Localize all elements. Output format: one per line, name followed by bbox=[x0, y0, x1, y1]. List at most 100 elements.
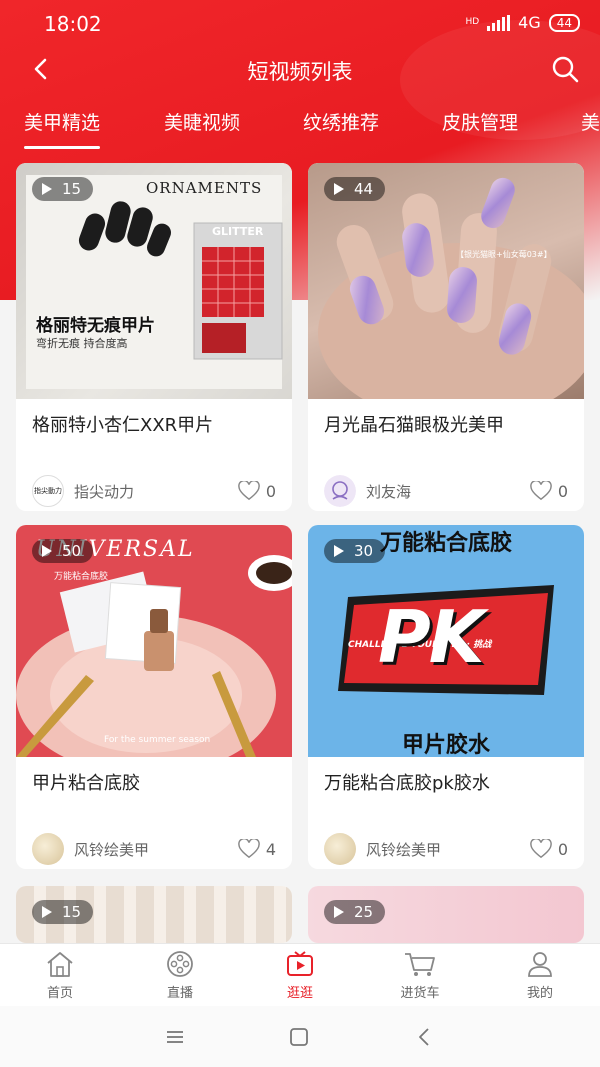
author-info[interactable]: 风铃绘美甲 bbox=[32, 833, 149, 865]
like-control[interactable]: 0 bbox=[529, 839, 568, 859]
hd-label: HD bbox=[465, 17, 480, 27]
view-count: 15 bbox=[62, 903, 82, 921]
video-card[interactable]: UNIVERSAL 万能粘合底胶 For the summer season 5… bbox=[16, 525, 292, 869]
home-icon bbox=[47, 952, 73, 977]
user-icon bbox=[528, 952, 552, 977]
video-title[interactable]: 格丽特小杏仁XXR甲片 bbox=[16, 399, 292, 471]
like-control[interactable]: 0 bbox=[237, 481, 276, 501]
tab-nail-selection[interactable]: 美甲精选 bbox=[24, 108, 101, 149]
nav-live[interactable]: 直播 bbox=[140, 950, 220, 1001]
like-count: 0 bbox=[265, 481, 276, 501]
network-label: 4G bbox=[518, 13, 541, 32]
thumb-box-text: GLITTER bbox=[212, 225, 264, 238]
video-card[interactable]: 15 bbox=[16, 886, 292, 943]
system-navigation-bar bbox=[0, 1006, 600, 1067]
video-card[interactable]: 【银光猫眼+仙女莓03#】 44 月光晶石猫眼极光美甲 刘友海 0 bbox=[308, 163, 584, 511]
nav-browse-label: 逛逛 bbox=[286, 986, 313, 1001]
heart-icon bbox=[529, 481, 552, 501]
play-icon bbox=[334, 545, 344, 557]
play-icon bbox=[42, 906, 52, 918]
thumb-subcaption: 万能粘合底胶 bbox=[54, 572, 109, 582]
video-card[interactable]: 万能粘合底胶 CHALLENGE YOURSELF · 挑战 PK 甲片胶水 3… bbox=[308, 525, 584, 869]
tab-tattoo-recommend[interactable]: 纹绣推荐 bbox=[303, 108, 379, 135]
play-icon bbox=[42, 545, 52, 557]
category-tabs: 美甲精选 美睫视频 纹绣推荐 皮肤管理 美 bbox=[0, 100, 600, 150]
view-count: 50 bbox=[62, 542, 82, 560]
view-count-badge: 30 bbox=[324, 539, 386, 563]
like-control[interactable]: 4 bbox=[237, 839, 276, 859]
video-title[interactable]: 月光晶石猫眼极光美甲 bbox=[308, 399, 584, 471]
home-square-icon[interactable] bbox=[288, 1026, 310, 1048]
thumb-bottom-text: 甲片胶水 bbox=[401, 733, 490, 757]
nav-live-label: 直播 bbox=[166, 986, 193, 1001]
video-thumbnail[interactable]: ORNAMENTS GLITTER 格丽特无痕甲片 弯折无痕 持合度高 15 bbox=[16, 163, 292, 399]
thumb-season-text: For the summer season bbox=[104, 735, 211, 745]
view-count: 44 bbox=[354, 180, 374, 198]
video-thumbnail[interactable]: 【银光猫眼+仙女莓03#】 44 bbox=[308, 163, 584, 399]
tab-skin-management[interactable]: 皮肤管理 bbox=[442, 108, 518, 135]
author-info[interactable]: 指尖動力 指尖动力 bbox=[32, 475, 134, 507]
view-count-badge: 25 bbox=[324, 900, 386, 924]
cart-icon bbox=[405, 953, 435, 976]
view-count-badge: 44 bbox=[324, 177, 386, 201]
avatar: 指尖動力 bbox=[32, 475, 64, 507]
thumb-caption: 格丽特无痕甲片 bbox=[36, 316, 155, 336]
view-count: 30 bbox=[354, 542, 374, 560]
avatar bbox=[324, 833, 356, 865]
battery-icon: 44 bbox=[548, 13, 580, 32]
nav-profile[interactable]: 我的 bbox=[500, 950, 580, 1001]
video-title[interactable]: 甲片粘合底胶 bbox=[16, 757, 292, 829]
play-icon bbox=[42, 183, 52, 195]
like-count: 0 bbox=[557, 839, 568, 859]
card-footer: 风铃绘美甲 4 bbox=[16, 829, 292, 869]
avatar bbox=[324, 475, 356, 507]
author-info[interactable]: 刘友海 bbox=[324, 475, 411, 507]
play-icon bbox=[334, 183, 344, 195]
thumb-pk-text: PK bbox=[378, 595, 485, 679]
thumb-brand-text: ORNAMENTS bbox=[146, 179, 263, 197]
like-control[interactable]: 0 bbox=[529, 481, 568, 501]
status-bar: 18:02 HD 4G 44 bbox=[0, 0, 600, 48]
avatar bbox=[32, 833, 64, 865]
video-thumbnail[interactable]: 25 bbox=[308, 886, 584, 943]
page-title: 短视频列表 bbox=[247, 60, 353, 84]
like-count: 4 bbox=[265, 839, 276, 859]
bottom-navigation: 首页 直播 逛逛 进货车 我的 bbox=[0, 943, 600, 1006]
author-info[interactable]: 风铃绘美甲 bbox=[324, 833, 441, 865]
video-thumbnail[interactable]: UNIVERSAL 万能粘合底胶 For the summer season 5… bbox=[16, 525, 292, 757]
author-name: 刘友海 bbox=[366, 482, 412, 501]
author-name: 风铃绘美甲 bbox=[366, 840, 442, 859]
video-thumbnail[interactable]: 15 bbox=[16, 886, 292, 943]
play-icon bbox=[334, 906, 344, 918]
card-footer: 风铃绘美甲 0 bbox=[308, 829, 584, 869]
heart-icon bbox=[237, 839, 260, 859]
video-card[interactable]: ORNAMENTS GLITTER 格丽特无痕甲片 弯折无痕 持合度高 15 格… bbox=[16, 163, 292, 511]
view-count-badge: 15 bbox=[32, 177, 94, 201]
search-icon[interactable] bbox=[550, 54, 580, 84]
status-indicators: HD 4G 44 bbox=[465, 13, 580, 32]
tab-more[interactable]: 美 bbox=[581, 108, 600, 135]
view-count: 25 bbox=[354, 903, 374, 921]
nav-home-label: 首页 bbox=[46, 986, 73, 1001]
nav-home[interactable]: 首页 bbox=[20, 950, 100, 1001]
view-count: 15 bbox=[62, 180, 82, 198]
signal-icon bbox=[487, 14, 511, 31]
video-title[interactable]: 万能粘合底胶pk胶水 bbox=[308, 757, 584, 829]
author-name: 风铃绘美甲 bbox=[74, 840, 150, 859]
back-triangle-icon[interactable] bbox=[414, 1026, 436, 1048]
nav-bar: 短视频列表 bbox=[0, 48, 600, 90]
thumb-subcaption: 弯折无痕 持合度高 bbox=[36, 337, 128, 350]
video-card[interactable]: 25 bbox=[308, 886, 584, 943]
video-thumbnail[interactable]: 万能粘合底胶 CHALLENGE YOURSELF · 挑战 PK 甲片胶水 3… bbox=[308, 525, 584, 757]
thumb-tag: 【银光猫眼+仙女莓03#】 bbox=[456, 250, 552, 259]
nav-browse[interactable]: 逛逛 bbox=[260, 950, 340, 1001]
nav-cart[interactable]: 进货车 bbox=[380, 950, 460, 1001]
film-reel-icon bbox=[167, 951, 193, 977]
status-time: 18:02 bbox=[44, 12, 102, 36]
nav-profile-label: 我的 bbox=[526, 986, 553, 1001]
tab-lash-video[interactable]: 美睫视频 bbox=[164, 108, 240, 135]
menu-icon[interactable] bbox=[164, 1026, 186, 1048]
like-count: 0 bbox=[557, 481, 568, 501]
nav-cart-label: 进货车 bbox=[400, 986, 440, 1001]
heart-icon bbox=[237, 481, 260, 501]
